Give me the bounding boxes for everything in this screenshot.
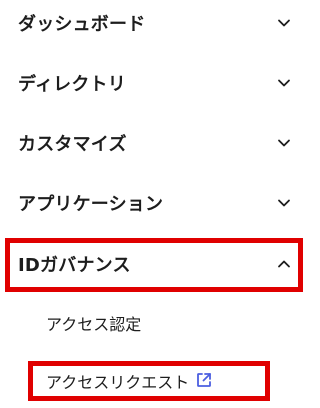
nav-section-customize[interactable]: カスタマイズ [0,123,307,163]
nav-section-id-governance[interactable]: IDガバナンス [0,244,307,284]
sub-item-label: アクセスリクエスト [46,373,190,392]
nav-section-label: アプリケーション [18,194,164,215]
chevron-down-icon [277,196,291,210]
sub-item-label: アクセス認定 [46,315,142,334]
chevron-down-icon [277,136,291,150]
nav-section-label: カスタマイズ [18,134,127,155]
sub-item-access-certification[interactable]: アクセス認定 [0,305,307,341]
sub-item-access-request[interactable]: アクセスリクエスト [0,363,307,399]
nav-section-label: ディレクトリ [18,74,126,95]
external-link-icon [195,371,213,393]
chevron-down-icon [277,76,291,90]
nav-section-directory[interactable]: ディレクトリ [0,63,307,103]
chevron-down-icon [277,16,291,30]
nav-section-label: ダッシュボード [18,14,146,35]
nav-section-applications[interactable]: アプリケーション [0,183,307,223]
sub-item-label-wrap: アクセスリクエスト [46,369,213,393]
nav-section-dashboard[interactable]: ダッシュボード [0,3,307,43]
nav-section-label: IDガバナンス [18,255,131,276]
chevron-up-icon [277,257,291,271]
